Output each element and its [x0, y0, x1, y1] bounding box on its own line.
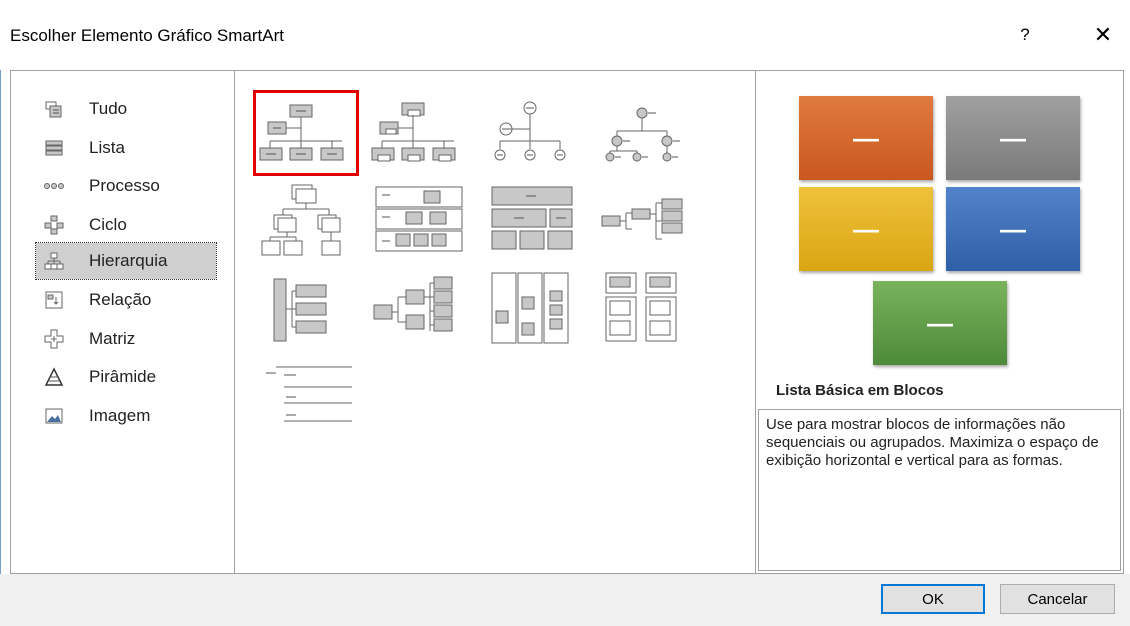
window-border [0, 0, 1, 626]
layout-horizontal-hierarchy[interactable] [592, 181, 692, 261]
matrix-icon [43, 328, 65, 350]
category-item-matrix[interactable]: Matriz [36, 321, 216, 357]
cancel-button[interactable]: Cancelar [1000, 584, 1115, 614]
category-item-pyramid[interactable]: Pirâmide [36, 359, 216, 395]
category-label: Matriz [89, 329, 136, 348]
picture-icon [43, 405, 65, 427]
category-item-picture[interactable]: Imagem [36, 398, 216, 434]
category-label: Imagem [89, 406, 151, 425]
layout-architecture-layout[interactable] [480, 267, 580, 347]
layout-organization-chart[interactable] [253, 90, 359, 176]
layout-team-hierarchy[interactable] [592, 267, 692, 347]
category-label: Lista [89, 138, 125, 157]
preview-block-yellow: — [799, 187, 933, 271]
preview-block-orange: — [799, 96, 933, 180]
category-item-cycle[interactable]: Ciclo [36, 207, 216, 243]
close-button[interactable]: ✕ [1085, 18, 1121, 52]
category-item-list[interactable]: Lista [36, 130, 216, 166]
pyramid-icon [43, 366, 65, 388]
dialog-title: Escolher Elemento Gráfico SmartArt [10, 26, 284, 45]
dialog-footer: OK Cancelar [0, 574, 1130, 626]
layout-labeled-hierarchy[interactable] [368, 181, 468, 261]
preview-title: Lista Básica em Blocos [776, 382, 944, 399]
preview-panel: — — — — — Lista Básica em Blocos Use par… [756, 71, 1124, 573]
category-label: Relação [89, 290, 152, 309]
category-label: Pirâmide [89, 367, 157, 386]
layout-lined-list[interactable] [256, 353, 356, 433]
layout-hierarchy-list[interactable] [256, 267, 356, 347]
category-item-all[interactable]: Tudo [36, 91, 216, 127]
layout-circle-picture-hierarchy[interactable] [592, 93, 692, 173]
category-label: Ciclo [89, 215, 127, 234]
preview-block-gray: — [946, 96, 1080, 180]
layout-horizontal-org-chart[interactable] [368, 267, 468, 347]
category-label: Hierarquia [89, 251, 168, 270]
help-button[interactable]: ? [1010, 20, 1040, 50]
layout-table-hierarchy[interactable] [480, 181, 580, 261]
layout-name-title-org-chart[interactable] [368, 93, 468, 173]
cycle-icon [43, 214, 65, 236]
layout-half-circle-org-chart[interactable] [480, 93, 580, 173]
hierarchy-icon [43, 250, 65, 272]
title-bar: Escolher Elemento Gráfico SmartArt ? ✕ [0, 0, 1130, 70]
ok-button[interactable]: OK [881, 584, 985, 614]
list-icon [43, 137, 65, 159]
dialog-content: Tudo Lista Processo Ciclo Hierarquia Rel… [10, 70, 1124, 574]
category-item-hierarchy[interactable]: Hierarquia [35, 242, 217, 280]
category-list: Tudo Lista Processo Ciclo Hierarquia Rel… [11, 71, 235, 573]
preview-block-blue: — [946, 187, 1080, 271]
category-item-relationship[interactable]: Relação [36, 282, 216, 318]
category-item-process[interactable]: Processo [36, 168, 216, 204]
preview-block-green: — [873, 281, 1007, 365]
all-icon [43, 98, 65, 120]
relationship-icon [43, 289, 65, 311]
category-label: Processo [89, 176, 160, 195]
layout-hierarchy[interactable] [256, 181, 356, 261]
layout-gallery [235, 71, 756, 573]
process-icon [43, 175, 65, 197]
preview-description: Use para mostrar blocos de informações n… [758, 409, 1121, 571]
category-label: Tudo [89, 99, 128, 118]
